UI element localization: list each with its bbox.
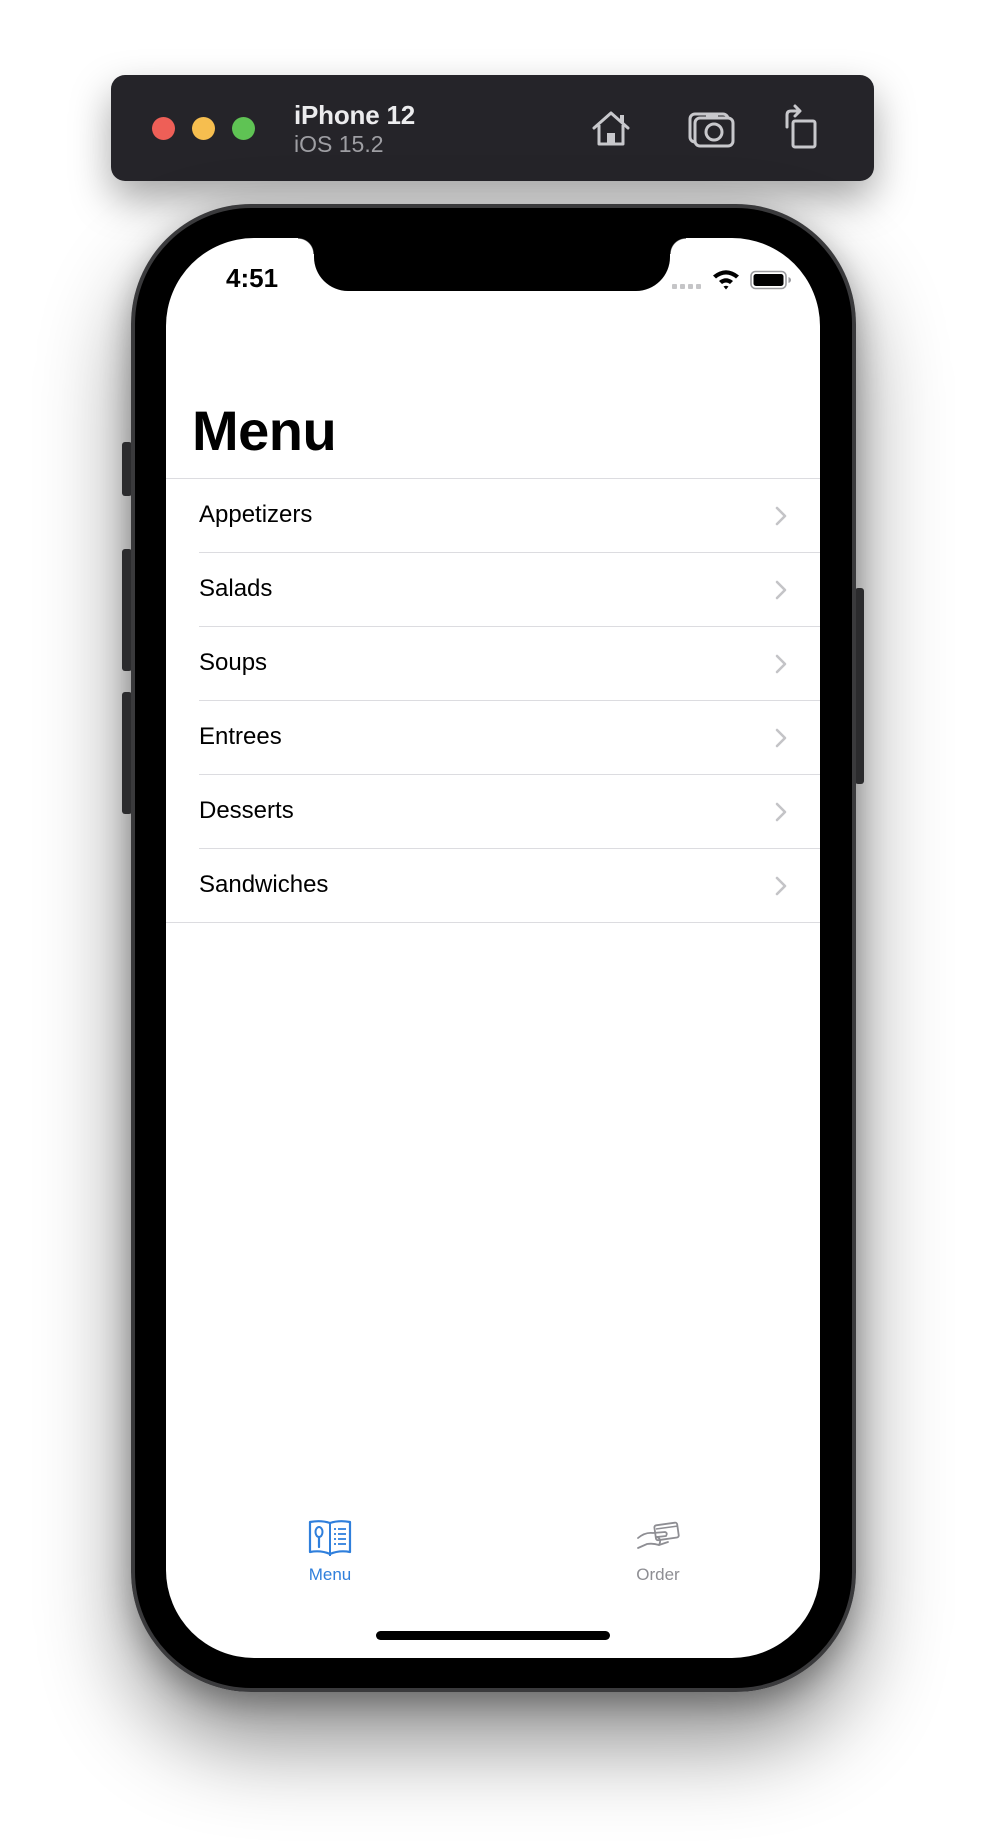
- chevron-right-icon: [775, 802, 787, 822]
- list-item-desserts[interactable]: Desserts: [166, 775, 820, 849]
- chevron-right-icon: [775, 728, 787, 748]
- notch: [298, 238, 686, 291]
- status-time: 4:51: [226, 263, 279, 293]
- category-list: Appetizers Salads Soups Entrees Desserts…: [166, 478, 820, 923]
- rotate-icon: [785, 104, 817, 149]
- chevron-right-icon: [775, 876, 787, 896]
- list-item-label: Soups: [199, 649, 268, 676]
- list-item-appetizers[interactable]: Appetizers: [166, 479, 820, 553]
- cellular-signal-icon: [672, 284, 702, 290]
- chevron-right-icon: [775, 506, 787, 526]
- list-item-label: Sandwiches: [199, 871, 329, 898]
- chevron-right-icon: [775, 580, 787, 600]
- simulator-toolbar: iPhone 12 iOS 15.2: [111, 75, 874, 181]
- list-item-soups[interactable]: Soups: [166, 627, 820, 701]
- tab-order[interactable]: Order: [578, 1518, 738, 1618]
- tab-menu-label: Menu: [308, 1565, 352, 1584]
- home-indicator[interactable]: [376, 1631, 610, 1640]
- home-button[interactable]: [586, 103, 636, 153]
- rotate-button[interactable]: [777, 103, 827, 153]
- minimize-window-button[interactable]: [192, 117, 215, 140]
- page-title: Menu: [192, 399, 337, 462]
- list-item-label: Entrees: [199, 723, 282, 750]
- power-button: [855, 588, 864, 784]
- home-icon: [592, 111, 630, 146]
- screenshot-button[interactable]: [686, 103, 736, 153]
- list-item-label: Desserts: [199, 797, 294, 824]
- menu-book-icon: [308, 1520, 352, 1556]
- list-item-label: Salads: [199, 575, 273, 602]
- list-item-label: Appetizers: [199, 501, 313, 528]
- simulator-window: iPhone 12 iOS 15.2 4:51 Menu Appetizers …: [0, 0, 986, 1844]
- close-window-button[interactable]: [152, 117, 175, 140]
- battery-icon: [750, 270, 791, 290]
- list-item-salads[interactable]: Salads: [166, 553, 820, 627]
- zoom-window-button[interactable]: [232, 117, 255, 140]
- wifi-icon: [713, 270, 739, 290]
- list-item-entrees[interactable]: Entrees: [166, 701, 820, 775]
- device-os-version: iOS 15.2: [294, 131, 384, 157]
- tab-menu[interactable]: Menu: [250, 1518, 410, 1618]
- camera-icon: [688, 112, 735, 148]
- chevron-right-icon: [775, 654, 787, 674]
- order-hand-card-icon: [637, 1521, 680, 1549]
- list-item-sandwiches[interactable]: Sandwiches: [166, 849, 820, 923]
- tab-order-label: Order: [636, 1565, 680, 1584]
- device-name: iPhone 12: [294, 100, 416, 130]
- device-screen: 4:51 Menu Appetizers Salads Soups Entree…: [166, 238, 820, 1658]
